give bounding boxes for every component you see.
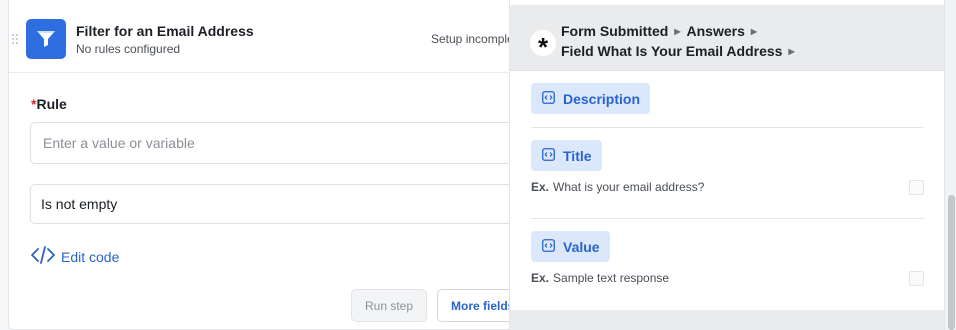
step-header[interactable]: Filter for an Email Address No rules con…: [9, 0, 527, 73]
example-prefix: Ex.: [531, 271, 550, 285]
code-brackets-icon: [31, 246, 55, 267]
edit-code-link[interactable]: Edit code: [31, 246, 119, 267]
step-title: Filter for an Email Address: [76, 23, 254, 39]
divider: [531, 127, 924, 128]
variable-icon: [542, 238, 555, 255]
picker-footer: [510, 310, 944, 330]
example-prefix: Ex.: [531, 180, 550, 194]
edit-code-label: Edit code: [61, 248, 120, 265]
variable-icon: [542, 90, 555, 107]
variable-checkbox[interactable]: [909, 271, 924, 286]
scrollbar-thumb[interactable]: [948, 195, 955, 330]
variable-example: Ex. What is your email address?: [531, 180, 704, 194]
variable-name: Value: [563, 238, 600, 255]
step-subtitle: No rules configured: [76, 42, 181, 56]
breadcrumb-field-email[interactable]: Field What Is Your Email Address: [561, 43, 782, 59]
rule-value-input[interactable]: [30, 122, 550, 164]
variable-chip-title[interactable]: Title: [531, 140, 602, 171]
rule-operator-select[interactable]: Is not empty: [30, 184, 550, 224]
chevron-right-icon: ▶: [674, 26, 681, 36]
variable-chip-description[interactable]: Description: [531, 83, 651, 114]
example-value: What is your email address?: [553, 180, 705, 194]
filter-step-card: Filter for an Email Address No rules con…: [8, 0, 550, 330]
picker-scrollbar[interactable]: [944, 0, 956, 330]
rule-label-text: Rule: [36, 96, 67, 112]
variable-example: Ex. Sample text response: [531, 271, 669, 285]
variable-checkbox[interactable]: [909, 180, 924, 195]
variable-name: Description: [563, 90, 641, 107]
example-value: Sample text response: [553, 271, 670, 285]
variable-icon: [542, 147, 555, 164]
chevron-right-icon: ▶: [750, 26, 758, 36]
variable-chip-value[interactable]: Value: [531, 231, 610, 262]
variable-picker-panel: * Form Submitted ▶ Answers ▶ Field What …: [509, 0, 956, 330]
divider: [531, 218, 924, 219]
breadcrumb-row: Form Submitted ▶ Answers ▶: [561, 23, 763, 39]
breadcrumb-row: Field What Is Your Email Address ▶: [561, 43, 801, 59]
run-step-button[interactable]: Run step: [351, 289, 427, 322]
filter-funnel-icon: [26, 19, 66, 59]
rule-label: *Rule: [31, 96, 67, 112]
breadcrumb-answers[interactable]: Answers: [687, 23, 745, 39]
picker-breadcrumb: * Form Submitted ▶ Answers ▶ Field What …: [510, 5, 944, 71]
chevron-right-icon: ▶: [788, 46, 795, 56]
trigger-asterisk-icon: *: [530, 30, 556, 60]
variable-name: Title: [563, 147, 592, 164]
breadcrumb-form-submitted[interactable]: Form Submitted: [561, 23, 668, 39]
